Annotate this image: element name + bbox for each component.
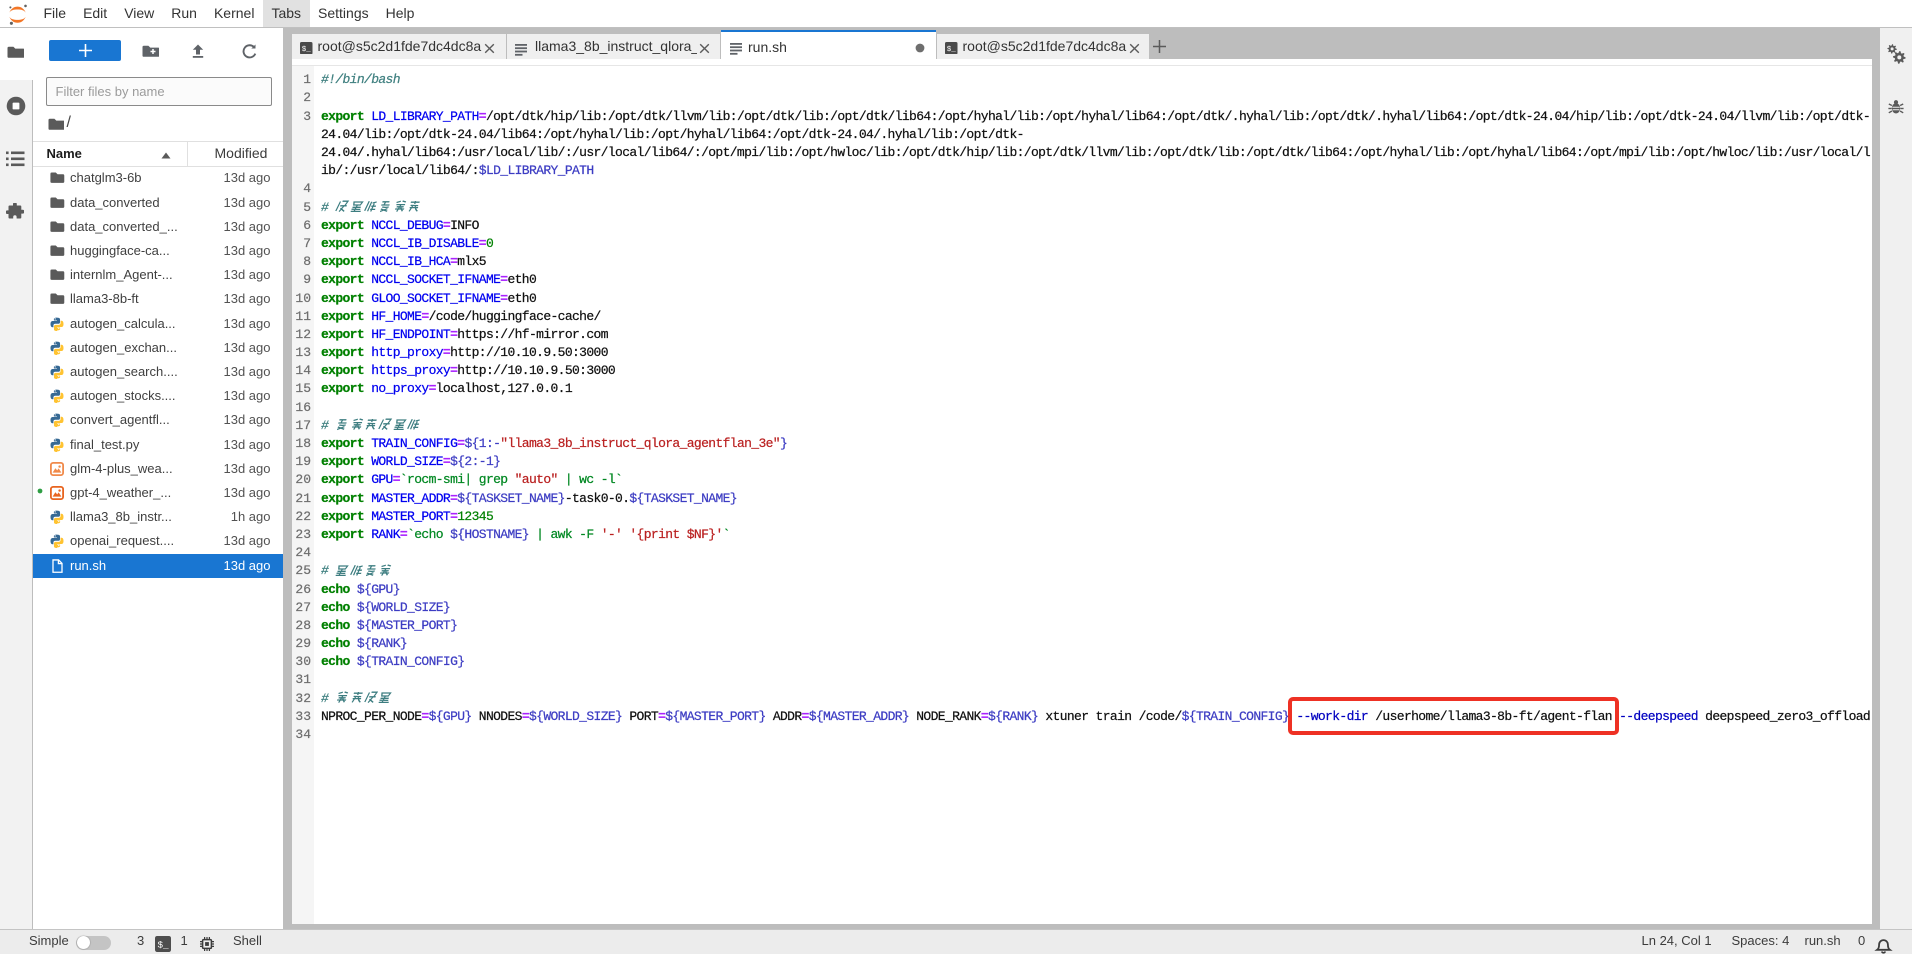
svg-text:$_: $_ [157,939,169,950]
svg-text:$_: $_ [302,45,312,53]
svg-text:$_: $_ [947,45,957,53]
